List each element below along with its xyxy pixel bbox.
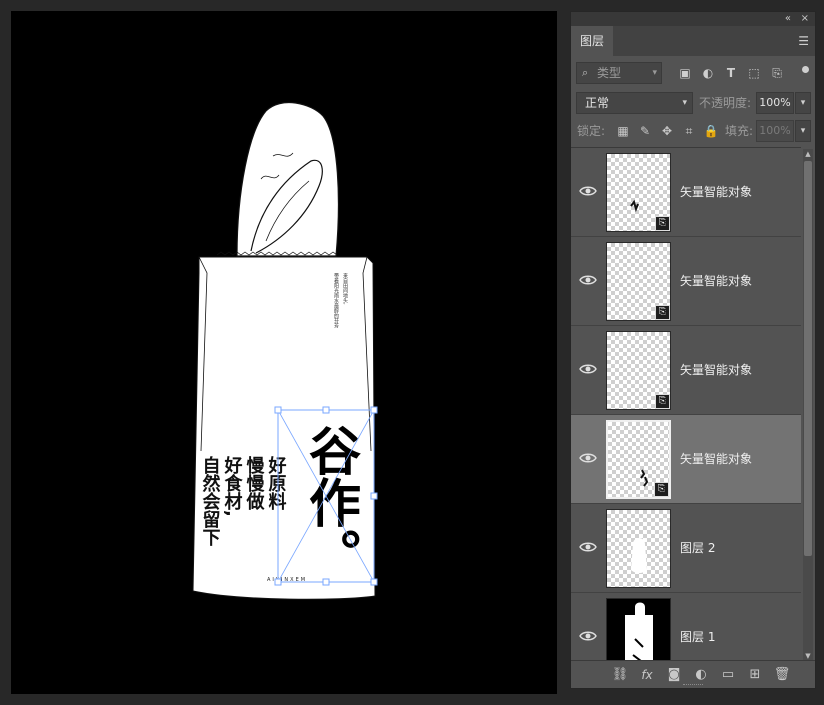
chevron-down-icon: ▾ bbox=[652, 68, 657, 78]
layer-thumbnail[interactable] bbox=[606, 598, 671, 661]
slogan-line-4: 自然会留下 bbox=[200, 455, 221, 547]
transform-handle bbox=[370, 578, 378, 586]
lock-image-icon[interactable]: ✎ bbox=[637, 123, 653, 139]
link-layers-icon[interactable]: ⛓ bbox=[611, 666, 629, 684]
eye-icon[interactable] bbox=[579, 184, 597, 198]
layer-list: ⎘ 矢量智能对象 ⎘ 矢量智能对象 ⎘ 矢量智能对象 ⎘ 矢量智能对象 图层 2… bbox=[571, 147, 801, 661]
layers-panel: « × 图层 ☰ ⌕ 类型 ▾ ▣ ◐ T ⬚ ⎘ 正常 ▾ 不透明度: 100… bbox=[570, 11, 816, 689]
layer-name[interactable]: 矢量智能对象 bbox=[680, 326, 752, 415]
resize-grip[interactable] bbox=[683, 684, 703, 687]
transform-handle bbox=[274, 578, 282, 586]
fx-icon[interactable]: fx bbox=[638, 666, 656, 684]
smart-object-filter-icon[interactable]: ⎘ bbox=[769, 65, 785, 81]
layer-row[interactable]: ⎘ 矢量智能对象 bbox=[571, 148, 801, 237]
adjustment-filter-icon[interactable]: ◐ bbox=[700, 65, 716, 81]
transform-handle bbox=[274, 406, 282, 414]
layer-thumbnail[interactable]: ⎘ bbox=[606, 331, 671, 410]
panel-title-bar: « × bbox=[571, 12, 815, 26]
smart-object-badge-icon: ⎘ bbox=[655, 216, 670, 231]
bag-small-text-1: 来自田间地头, bbox=[342, 273, 348, 305]
fill-dropdown-icon[interactable]: ▾ bbox=[795, 120, 811, 142]
slogan-line-1: 好原料 bbox=[266, 455, 288, 511]
panel-tab-bar: 图层 ☰ bbox=[571, 26, 815, 56]
layer-row[interactable]: 图层 2 bbox=[571, 504, 801, 593]
delete-icon[interactable]: 🗑 bbox=[773, 666, 791, 684]
document-workspace: 来自田间地头, 带着阳光雨水最醇的芬芳 好原料 慢慢做 好食材, 自然会留下 谷… bbox=[0, 0, 568, 705]
transform-handle bbox=[370, 492, 378, 500]
tab-layers[interactable]: 图层 bbox=[571, 26, 613, 56]
lock-position-icon[interactable]: ✥ bbox=[659, 123, 675, 139]
layer-thumbnail[interactable]: ⎘ bbox=[606, 153, 671, 232]
blend-row: 正常 ▾ 不透明度: 100% ▾ bbox=[571, 92, 815, 116]
layer-row-selected[interactable]: ⎘ 矢量智能对象 bbox=[571, 415, 801, 504]
smart-object-badge-icon: ⎘ bbox=[655, 394, 670, 409]
layer-row[interactable]: ⎘ 矢量智能对象 bbox=[571, 326, 801, 415]
lock-artboard-icon[interactable]: ⌗ bbox=[681, 123, 697, 139]
scroll-thumb[interactable] bbox=[804, 161, 812, 556]
layer-name[interactable]: 矢量智能对象 bbox=[680, 237, 752, 326]
layer-thumbnail[interactable]: ⎘ bbox=[606, 420, 671, 499]
add-mask-icon[interactable]: ◙ bbox=[665, 666, 683, 684]
layer-name[interactable]: 图层 2 bbox=[680, 504, 715, 593]
layer-thumbnail[interactable] bbox=[606, 509, 671, 588]
new-layer-icon[interactable]: ⊞ bbox=[746, 666, 764, 684]
eye-icon[interactable] bbox=[579, 362, 597, 376]
calligraphy-title: 谷作。 bbox=[300, 424, 361, 580]
eye-icon[interactable] bbox=[579, 273, 597, 287]
artwork: 来自田间地头, 带着阳光雨水最醇的芬芳 好原料 慢慢做 好食材, 自然会留下 谷… bbox=[192, 102, 378, 600]
layers-bottom-toolbar: ⛓ fx ◙ ◐ ▭ ⊞ 🗑 bbox=[571, 660, 815, 688]
eye-icon[interactable] bbox=[579, 540, 597, 554]
new-adjustment-icon[interactable]: ◐ bbox=[692, 666, 710, 684]
slogan-line-3: 好食材, bbox=[222, 455, 244, 517]
type-filter-icon[interactable]: T bbox=[723, 65, 739, 81]
eye-icon[interactable] bbox=[579, 629, 597, 643]
layer-row[interactable]: ⎘ 矢量智能对象 bbox=[571, 237, 801, 326]
menu-icon[interactable]: ☰ bbox=[798, 35, 809, 47]
filter-kind-select[interactable]: ⌕ 类型 ▾ bbox=[576, 62, 662, 84]
layer-name[interactable]: 矢量智能对象 bbox=[680, 148, 752, 237]
layer-row[interactable]: 图层 1 bbox=[571, 593, 801, 661]
opacity-input[interactable]: 100% bbox=[756, 92, 794, 114]
lock-transparent-icon[interactable]: ▦ bbox=[615, 123, 631, 139]
layer-name[interactable]: 矢量智能对象 bbox=[680, 415, 752, 504]
close-panel-icon[interactable]: × bbox=[801, 12, 809, 26]
opacity-dropdown-icon[interactable]: ▾ bbox=[795, 92, 811, 114]
pixel-layer-filter-icon[interactable]: ▣ bbox=[677, 65, 693, 81]
fill-label: 填充: bbox=[725, 124, 754, 138]
filter-kind-label: 类型 bbox=[597, 66, 622, 80]
lock-row: 锁定: ▦ ✎ ✥ ⌗ 🔒 填充: 100% ▾ bbox=[571, 120, 815, 142]
smart-object-badge-icon: ⎘ bbox=[655, 305, 670, 320]
layer-list-scrollbar[interactable]: ▲ ▼ bbox=[803, 149, 813, 661]
blend-mode-label: 正常 bbox=[585, 96, 610, 110]
lock-all-icon[interactable]: 🔒 bbox=[703, 123, 719, 139]
smart-object-badge-icon: ⎘ bbox=[654, 482, 669, 497]
chevron-down-icon: ▾ bbox=[682, 98, 687, 108]
new-group-icon[interactable]: ▭ bbox=[719, 666, 737, 684]
bag-small-text-2: 带着阳光雨水最醇的芬芳 bbox=[333, 273, 339, 329]
document-canvas[interactable]: 来自田间地头, 带着阳光雨水最醇的芬芳 好原料 慢慢做 好食材, 自然会留下 谷… bbox=[11, 11, 557, 694]
opacity-label: 不透明度: bbox=[699, 96, 752, 110]
transform-handle bbox=[322, 406, 330, 414]
transform-handle bbox=[322, 578, 330, 586]
shape-filter-icon[interactable]: ⬚ bbox=[746, 65, 762, 81]
slogan-line-2: 慢慢做 bbox=[244, 455, 266, 511]
blend-mode-select[interactable]: 正常 ▾ bbox=[576, 92, 693, 114]
lock-label: 锁定: bbox=[577, 124, 606, 138]
collapse-panel-icon[interactable]: « bbox=[785, 12, 791, 26]
scroll-up-icon[interactable]: ▲ bbox=[803, 149, 813, 159]
fill-input[interactable]: 100% bbox=[756, 120, 794, 142]
layer-thumbnail[interactable]: ⎘ bbox=[606, 242, 671, 321]
layer-filter-row: ⌕ 类型 ▾ ▣ ◐ T ⬚ ⎘ bbox=[571, 62, 815, 86]
filter-toggle-icon[interactable] bbox=[802, 66, 809, 73]
search-icon: ⌕ bbox=[582, 66, 589, 79]
eye-icon[interactable] bbox=[579, 451, 597, 465]
layer-name[interactable]: 图层 1 bbox=[680, 593, 715, 661]
transform-handle bbox=[370, 406, 378, 414]
